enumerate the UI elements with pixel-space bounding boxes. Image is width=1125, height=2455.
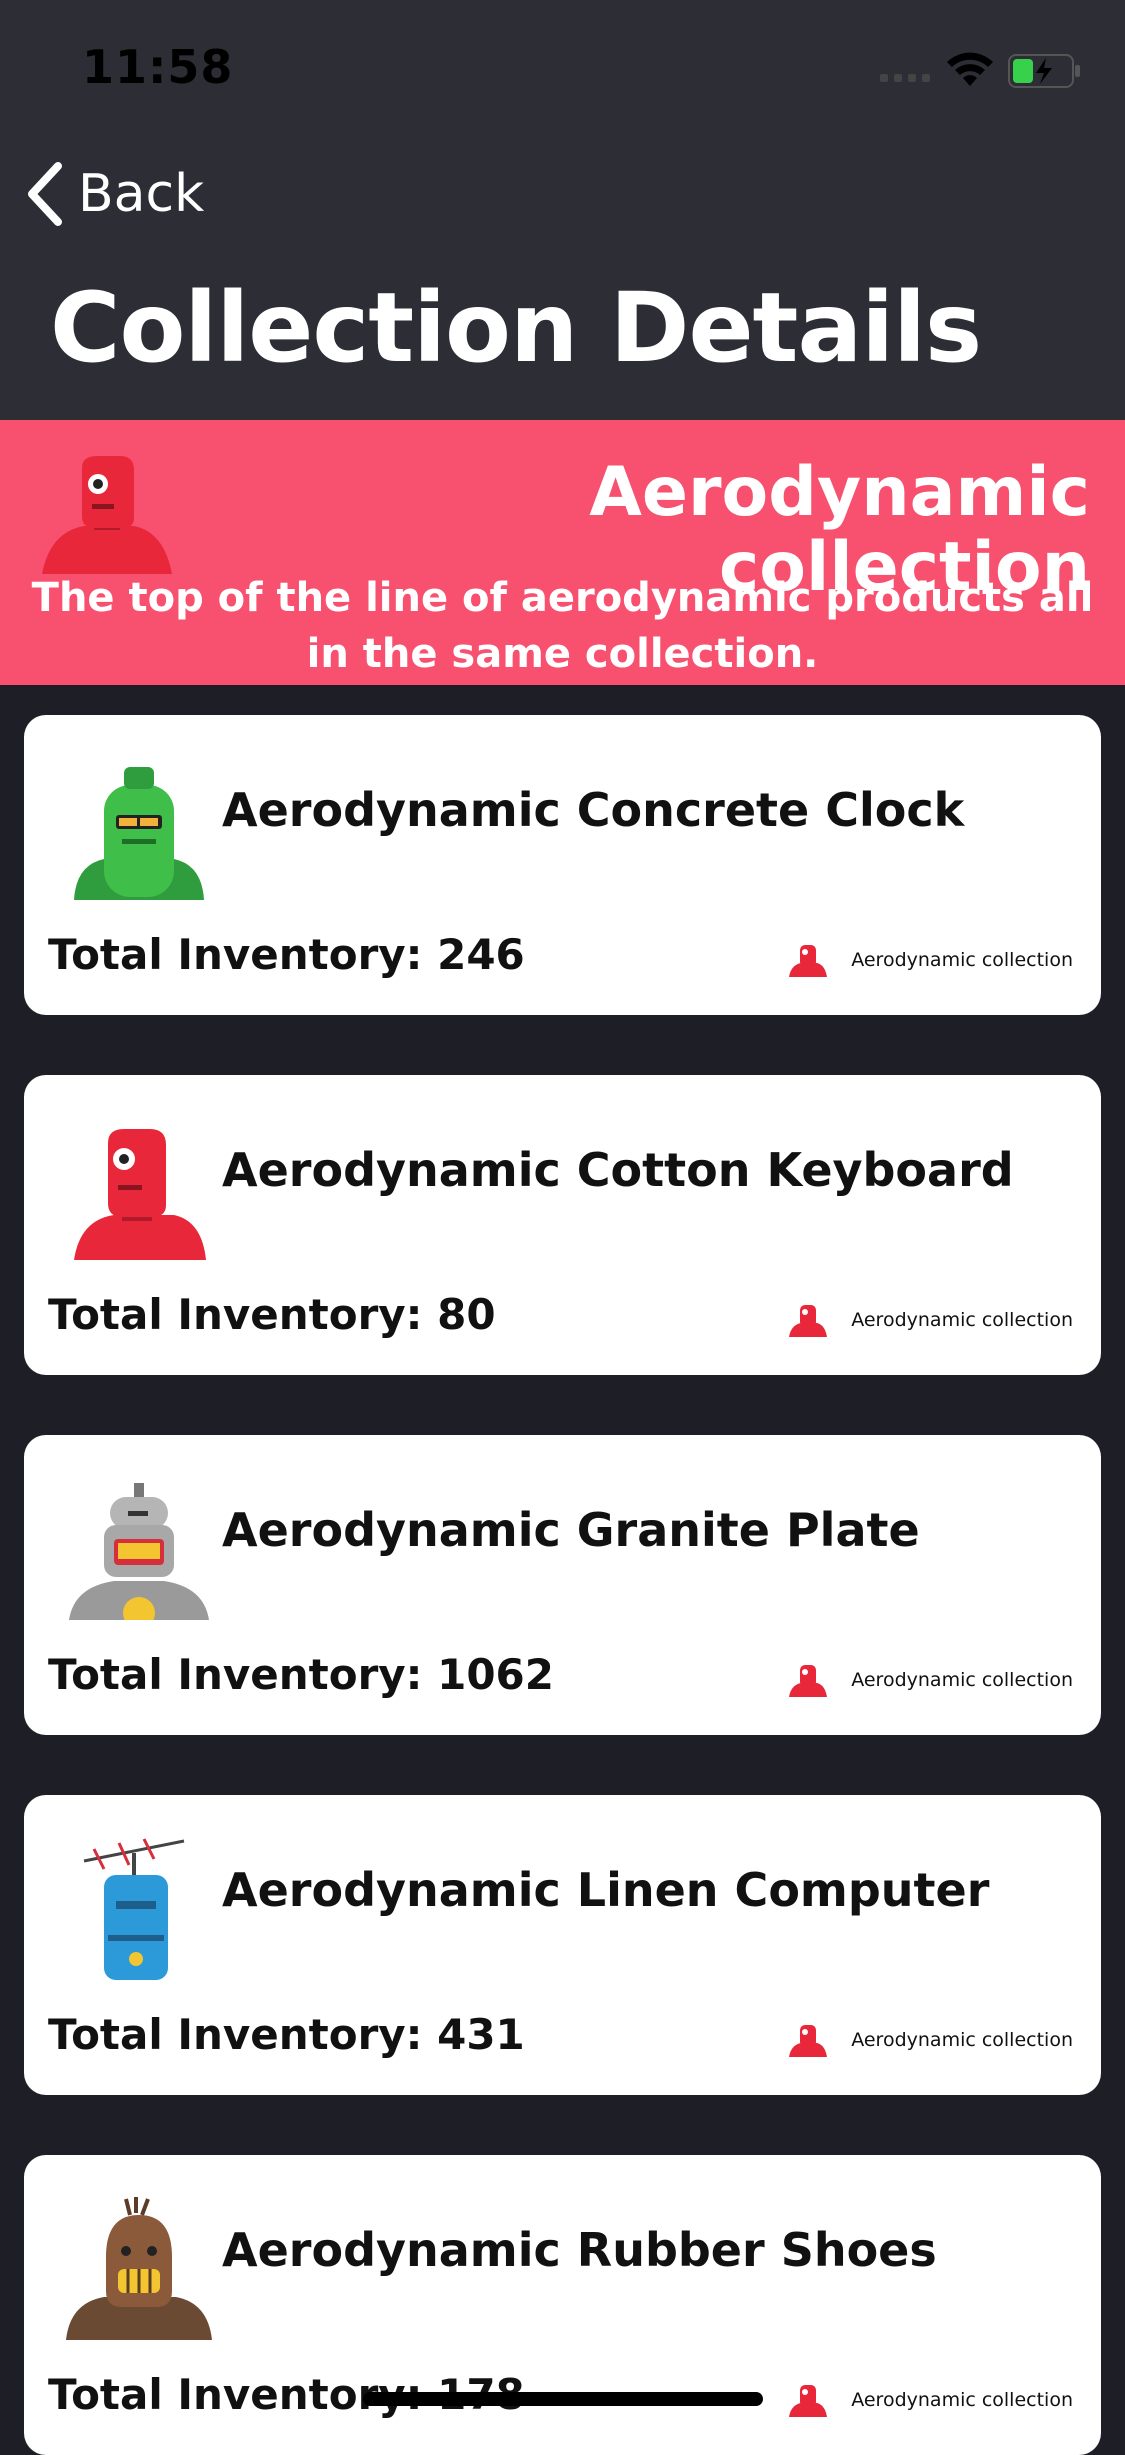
chevron-left-icon: [28, 162, 62, 226]
red-robot-icon: [42, 456, 172, 574]
red-robot-icon: [789, 1305, 828, 1337]
cellular-signal-icon: [880, 74, 930, 82]
product-name: Aerodynamic Granite Plate: [222, 1503, 920, 1557]
product-card[interactable]: Aerodynamic Concrete Clock Total Invento…: [24, 715, 1101, 1015]
collection-tag: Aerodynamic collection: [789, 2383, 1073, 2417]
collection-tag-label: Aerodynamic collection: [851, 2389, 1073, 2411]
collection-description: The top of the line of aerodynamic produ…: [31, 575, 1094, 677]
product-card[interactable]: Aerodynamic Linen Computer Total Invento…: [24, 1795, 1101, 2095]
red-robot-icon: [789, 2385, 828, 2417]
back-button[interactable]: Back: [24, 162, 204, 226]
page-title: Collection Details: [50, 272, 982, 384]
product-name: Aerodynamic Rubber Shoes: [222, 2223, 937, 2277]
collection-tag-label: Aerodynamic collection: [851, 949, 1073, 971]
collection-banner: Aerodynamic collection The top of the li…: [0, 420, 1125, 685]
red-robot-icon: [74, 1129, 206, 1260]
green-robot-icon: [74, 767, 204, 900]
product-inventory: Total Inventory: 431: [48, 2010, 525, 2059]
red-robot-icon: [789, 945, 828, 977]
wifi-icon: [947, 52, 993, 86]
home-indicator[interactable]: [363, 2392, 763, 2406]
navigation-header: Back Collection Details: [0, 140, 1125, 420]
product-card[interactable]: Aerodynamic Granite Plate Total Inventor…: [24, 1435, 1101, 1735]
red-robot-icon: [789, 2025, 828, 2057]
brown-robot-icon: [66, 2197, 212, 2340]
product-card[interactable]: Aerodynamic Cotton Keyboard Total Invent…: [24, 1075, 1101, 1375]
collection-tag: Aerodynamic collection: [789, 943, 1073, 977]
product-name: Aerodynamic Concrete Clock: [222, 783, 965, 837]
blue-robot-icon: [83, 1838, 185, 1980]
collection-tag: Aerodynamic collection: [789, 1663, 1073, 1697]
back-label: Back: [78, 164, 205, 224]
red-robot-icon: [789, 1665, 828, 1697]
collection-tag-label: Aerodynamic collection: [851, 1669, 1073, 1691]
collection-tag-label: Aerodynamic collection: [851, 1309, 1073, 1331]
product-inventory: Total Inventory: 1062: [48, 1650, 554, 1699]
product-inventory: Total Inventory: 80: [48, 1290, 496, 1339]
collection-tag-label: Aerodynamic collection: [851, 2029, 1073, 2051]
status-time: 11:58: [82, 40, 234, 94]
status-bar: 11:58: [0, 0, 1125, 140]
product-inventory: Total Inventory: 246: [48, 930, 525, 979]
gray-robot-icon: [69, 1483, 209, 1620]
collection-tag: Aerodynamic collection: [789, 2023, 1073, 2057]
product-card[interactable]: Aerodynamic Rubber Shoes Total Inventory…: [24, 2155, 1101, 2455]
battery-icon: [1008, 54, 1080, 88]
collection-tag: Aerodynamic collection: [789, 1303, 1073, 1337]
product-name: Aerodynamic Linen Computer: [222, 1863, 990, 1917]
product-name: Aerodynamic Cotton Keyboard: [222, 1143, 1014, 1197]
